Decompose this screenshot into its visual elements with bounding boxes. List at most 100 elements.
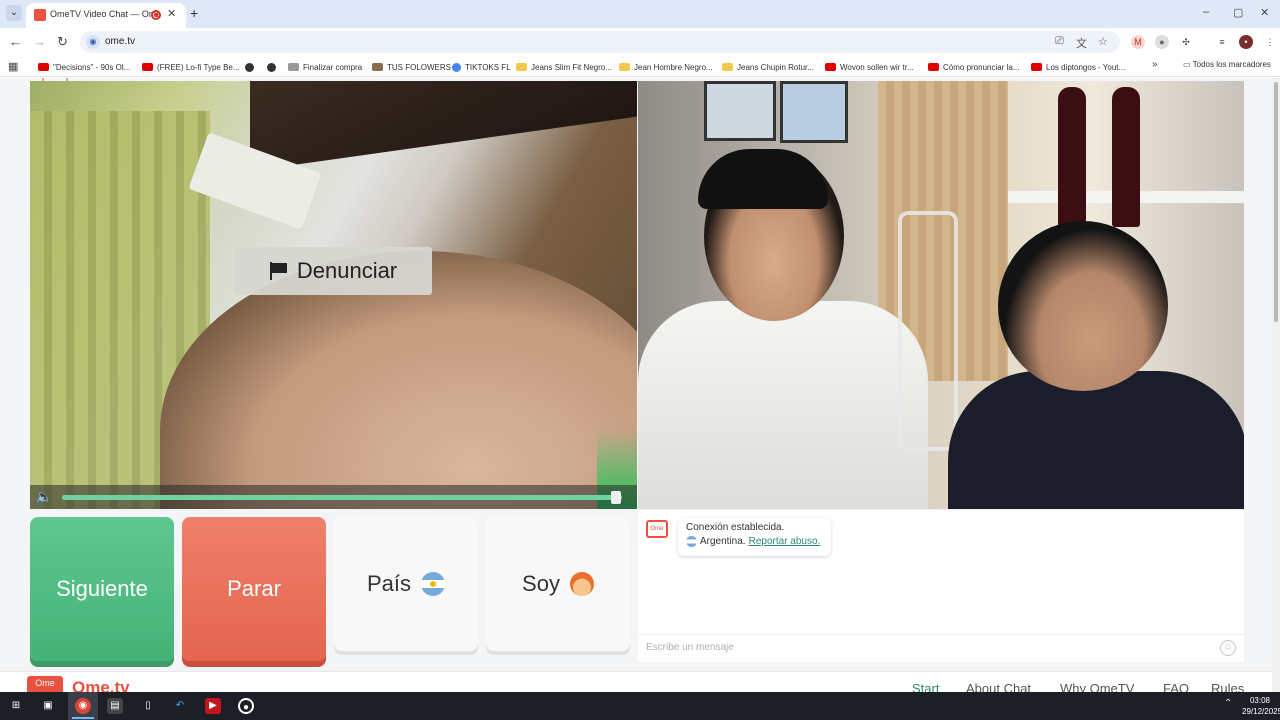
footer-link-start[interactable]: Start: [912, 681, 939, 692]
bookmark-label: Jean Hombre Negro...: [634, 62, 713, 72]
tray-chevron-icon[interactable]: ⌃: [1224, 698, 1232, 709]
forward-icon[interactable]: →: [33, 34, 46, 49]
footer-link-rules[interactable]: Rules: [1211, 681, 1244, 692]
chat-panel: Ome Conexión establecida. Argentina. Rep…: [638, 509, 1244, 662]
task-view-icon[interactable]: ▣: [40, 698, 56, 714]
system-message: Conexión establecida. Argentina. Reporta…: [678, 518, 831, 556]
stop-label: Parar: [227, 576, 281, 601]
shop-icon: [516, 63, 527, 71]
country-button[interactable]: País: [334, 517, 478, 651]
winrar-icon[interactable]: ▤: [107, 698, 123, 714]
globe-icon: [267, 62, 276, 72]
chat-controls: Siguiente Parar País Soy: [30, 517, 630, 661]
url-text[interactable]: ome.tv: [105, 36, 135, 47]
file-icon[interactable]: ▯: [140, 698, 156, 714]
bookmark-item[interactable]: "Decisions" - 90s Ol...: [38, 60, 130, 74]
message-input[interactable]: Escribe un mensaje: [646, 642, 734, 653]
chrome-icon[interactable]: ◉: [75, 698, 91, 714]
reload-icon[interactable]: ↻: [57, 34, 68, 50]
undo-app-icon[interactable]: ↶: [172, 698, 188, 714]
stop-button[interactable]: Parar: [182, 517, 326, 661]
bookmark-item[interactable]: TIKTOKS FL: [452, 60, 511, 74]
cart-icon: [288, 63, 299, 71]
youtube-icon: [142, 63, 153, 71]
red-app-icon[interactable]: ▶: [205, 698, 221, 714]
poster-shape: [704, 81, 776, 141]
report-button[interactable]: Denunciar: [234, 247, 432, 295]
volume-slider[interactable]: [62, 495, 622, 500]
footer-link-about[interactable]: About Chat: [966, 681, 1031, 692]
bookmark-item[interactable]: Jeans Chupin Rotur...: [722, 60, 814, 74]
address-bar[interactable]: ◉ ome.tv ⎚ 文 ☆: [80, 31, 1120, 53]
person-body-shape: [638, 301, 928, 509]
clock[interactable]: 03:08 29/12/2025: [1242, 695, 1280, 717]
clock-time: 03:08: [1249, 696, 1271, 705]
folder-icon: ▭: [1183, 60, 1193, 69]
argentina-flag-icon: [686, 536, 697, 547]
apps-grid-icon[interactable]: ▦: [8, 60, 18, 73]
new-tab-button[interactable]: +: [190, 5, 198, 21]
ometv-logo-text[interactable]: Ome.tv: [72, 678, 130, 692]
bookmark-item[interactable]: TUS FOLOWERS: [372, 60, 451, 74]
bookmark-item[interactable]: Los diptongos - Yout...: [1031, 60, 1125, 74]
windows-start-icon[interactable]: ⊞: [8, 698, 24, 714]
window-close-icon[interactable]: ✕: [1260, 6, 1269, 19]
bookmark-item[interactable]: Cómo pronunciar la...: [928, 60, 1019, 74]
gender-button[interactable]: Soy: [486, 517, 630, 651]
back-icon[interactable]: ←: [9, 34, 22, 49]
youtube-icon: [1031, 63, 1042, 71]
local-video: Denunciar 🔈: [30, 81, 637, 509]
maximize-icon[interactable]: ▢: [1233, 6, 1243, 19]
bookmark-item[interactable]: Wovon sollen wir tr...: [825, 60, 914, 74]
browser-tab[interactable]: OmeTV Video Chat — Ome ✕: [26, 3, 186, 28]
next-button[interactable]: Siguiente: [30, 517, 174, 661]
footer-link-faq[interactable]: FAQ: [1163, 681, 1189, 692]
tab-title: OmeTV Video Chat — Ome: [50, 9, 160, 19]
scroll-thumb[interactable]: [1274, 82, 1278, 322]
bookmark-item[interactable]: [245, 60, 254, 74]
cast-icon[interactable]: ⎚: [1055, 35, 1064, 48]
extension-grey-icon[interactable]: ●: [1155, 35, 1169, 49]
bookmark-item[interactable]: [267, 60, 276, 74]
bookmark-item[interactable]: Jean Hombre Negro...: [619, 60, 713, 74]
report-abuse-link[interactable]: Reportar abuso.: [749, 536, 821, 547]
volume-icon[interactable]: 🔈: [36, 489, 52, 505]
bookmark-label: Cómo pronunciar la...: [943, 62, 1020, 72]
bookmark-label: "Decisions" - 90s Ol...: [53, 62, 131, 72]
bookmark-item[interactable]: (FREE) Lo-fi Type Be...: [142, 60, 240, 74]
footer-link-why[interactable]: Why OmeTV: [1060, 681, 1134, 692]
tab-search-icon[interactable]: ⌄: [6, 5, 22, 21]
report-label: Denunciar: [296, 258, 398, 283]
translate-icon[interactable]: 文: [1076, 35, 1087, 51]
shop-icon: [722, 63, 733, 71]
browser-tab-strip: ⌄ OmeTV Video Chat — Ome ✕ + – ▢ ✕: [0, 0, 1280, 28]
partner-country: Argentina.: [700, 536, 746, 547]
profile-avatar[interactable]: •: [1239, 35, 1253, 49]
bookmarks-overflow-button[interactable]: »: [1152, 59, 1158, 70]
emoji-icon[interactable]: ☺: [1220, 640, 1236, 656]
tab-close-icon[interactable]: ✕: [167, 7, 176, 20]
folder-label: Todos los marcadores: [1192, 60, 1271, 69]
youtube-icon: [825, 63, 836, 71]
bookmark-star-icon[interactable]: ☆: [1098, 35, 1108, 48]
site-info-icon[interactable]: ◉: [86, 35, 100, 49]
bookmark-label: TIKTOKS FL: [465, 62, 511, 72]
chrome-menu-icon[interactable]: ⋮: [1263, 35, 1277, 49]
recorder-icon[interactable]: ●: [238, 698, 254, 714]
bookmarks-bar: ▦ "Decisions" - 90s Ol... (FREE) Lo-fi T…: [0, 56, 1280, 77]
all-bookmarks-folder[interactable]: ▭ Todos los marcadores: [1183, 60, 1271, 69]
remote-person: [638, 149, 938, 509]
page-scrollbar[interactable]: [1272, 78, 1280, 692]
extensions-puzzle-icon[interactable]: ✣: [1179, 35, 1193, 49]
person-body-shape: [948, 371, 1244, 509]
message-input-bar: Escribe un mensaje ☺: [638, 634, 1244, 662]
flag-icon: [269, 262, 287, 280]
ometv-logo-icon[interactable]: Ome: [27, 676, 63, 692]
next-label: Siguiente: [56, 576, 148, 601]
tab-media-icon[interactable]: ≡: [1215, 35, 1229, 49]
minimize-icon[interactable]: –: [1203, 6, 1209, 18]
extension-fox-icon[interactable]: M: [1131, 35, 1145, 49]
volume-knob[interactable]: [611, 491, 621, 504]
bookmark-item[interactable]: Finalizar compra: [288, 60, 362, 74]
bookmark-item[interactable]: Jeans Slim Fit Negro...: [516, 60, 612, 74]
